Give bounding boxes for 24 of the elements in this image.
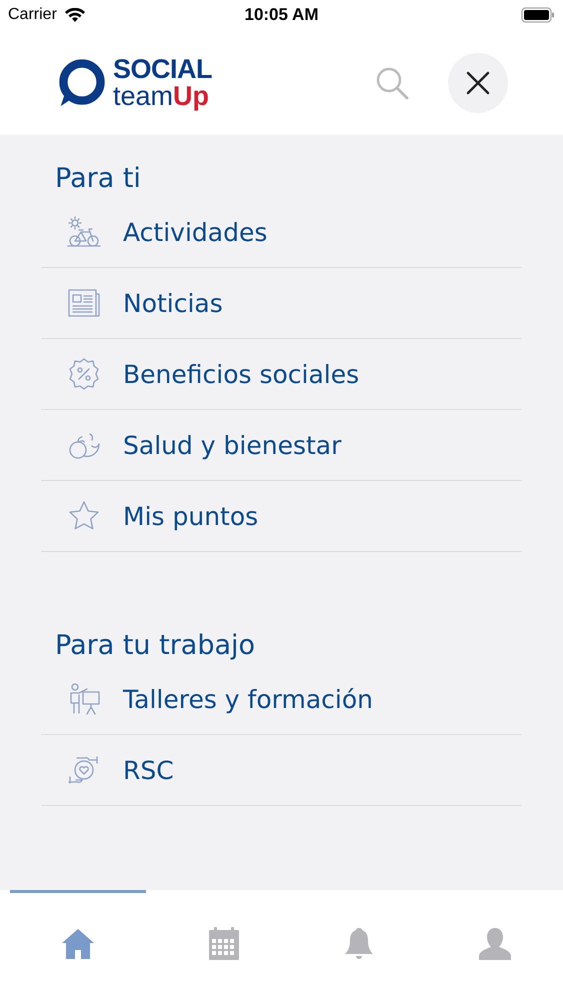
logo-text: Up (173, 82, 210, 110)
search-icon (375, 66, 409, 100)
battery-icon (520, 7, 555, 23)
wifi-icon (64, 8, 85, 22)
logo-text: SOCIAL (113, 56, 212, 82)
menu-item[interactable]: RSC (41, 735, 522, 806)
calendar-icon (206, 927, 241, 961)
logo-text: team (113, 82, 174, 110)
menu-item[interactable]: Mis puntos (41, 481, 522, 552)
menu-item[interactable]: Actividades (41, 197, 522, 268)
menu-item[interactable]: Talleres y formación (41, 664, 522, 735)
carrier-name: Carrier (8, 6, 57, 24)
menu-item[interactable]: Salud y bienestar (41, 410, 522, 481)
percent-badge-icon (67, 357, 101, 391)
section-heading: Para tu trabajo (54, 629, 256, 663)
section-heading: Para ti (54, 162, 142, 196)
menu-item[interactable]: Beneficios sociales (41, 339, 522, 410)
menu-item[interactable]: Noticias (41, 268, 522, 339)
person-icon (478, 927, 512, 961)
logo-icon (57, 58, 107, 108)
close-icon (466, 70, 490, 94)
status-time: 10:05 AM (244, 5, 318, 25)
home-icon (60, 927, 95, 961)
bicycle-icon (67, 215, 101, 249)
